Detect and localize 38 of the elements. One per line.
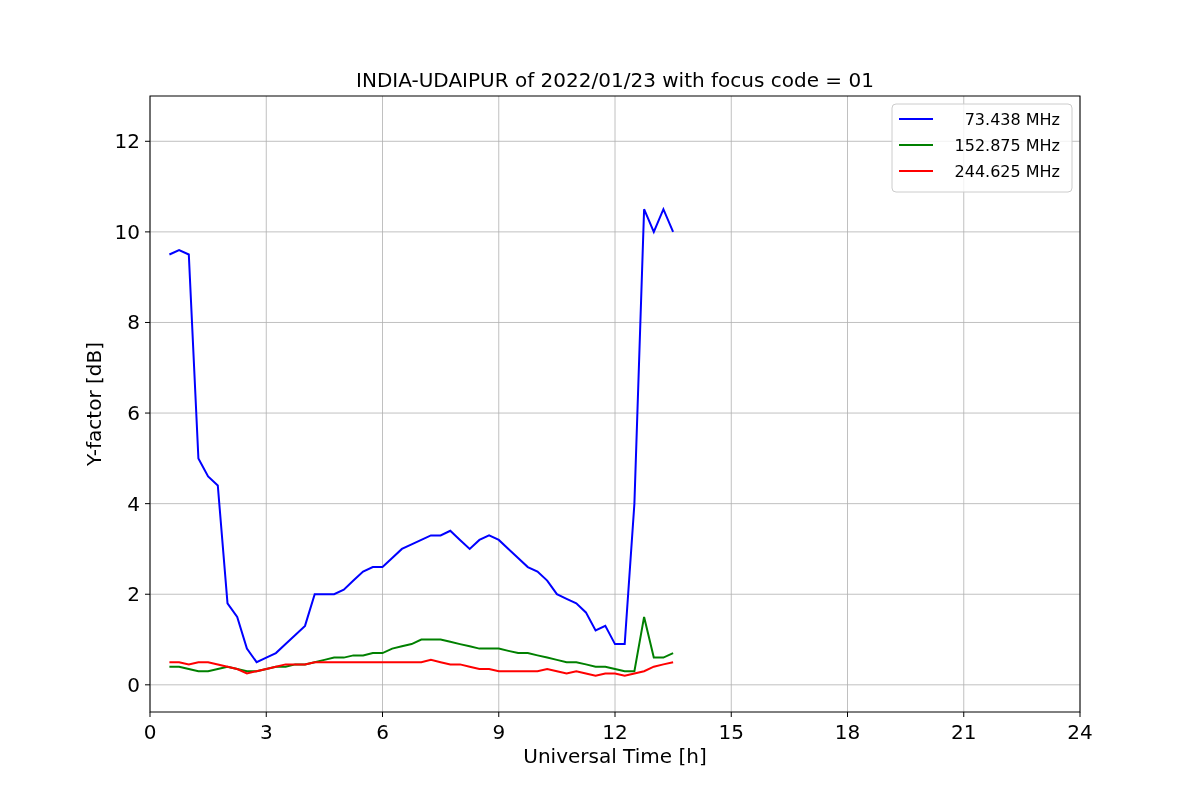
- tick-mark: [144, 503, 151, 505]
- x-tick-label: 3: [259, 720, 273, 744]
- x-tick-label: 24: [1067, 720, 1093, 744]
- x-tick-label: 6: [376, 720, 389, 744]
- y-tick-label: 12: [114, 129, 140, 154]
- x-tick-label: 15: [718, 720, 744, 744]
- tick-mark: [498, 711, 500, 718]
- tick-mark: [144, 321, 151, 323]
- x-tick-label: 0: [143, 720, 157, 744]
- y-tick-label: 10: [114, 219, 140, 244]
- tick-mark: [144, 593, 151, 595]
- x-tick-label: 21: [951, 720, 977, 744]
- tick-mark: [614, 711, 616, 718]
- x-tick-label: 9: [492, 720, 506, 744]
- y-tick-label: 8: [127, 310, 140, 335]
- tick-mark: [144, 684, 151, 686]
- tick-mark: [144, 140, 151, 142]
- tick-mark: [144, 412, 151, 414]
- y-tick-label: 2: [127, 582, 140, 607]
- tick-mark: [265, 711, 267, 718]
- x-axis-label: Universal Time [h]: [523, 744, 707, 768]
- chart-title: INDIA-UDAIPUR of 2022/01/23 with focus code = 01: [356, 68, 874, 92]
- x-tick-label: 18: [834, 720, 861, 744]
- tick-mark: [963, 711, 965, 718]
- tick-mark: [144, 231, 151, 233]
- tick-mark: [730, 711, 732, 718]
- tick-mark: [149, 711, 151, 718]
- y-tick-label: 0: [127, 672, 140, 697]
- y-tick-label: 4: [127, 491, 140, 516]
- tick-mark: [847, 711, 848, 718]
- tick-mark: [382, 711, 383, 718]
- tick-mark: [1079, 711, 1081, 718]
- legend-label: 73.438 MHz: [964, 110, 1060, 129]
- y-tick-label: 6: [127, 401, 140, 426]
- y-axis-label: Y-factor [dB]: [82, 342, 106, 466]
- legend-label: 244.625 MHz: [954, 162, 1060, 181]
- x-tick-label: 12: [602, 720, 628, 744]
- legend-label: 152.875 MHz: [954, 136, 1060, 155]
